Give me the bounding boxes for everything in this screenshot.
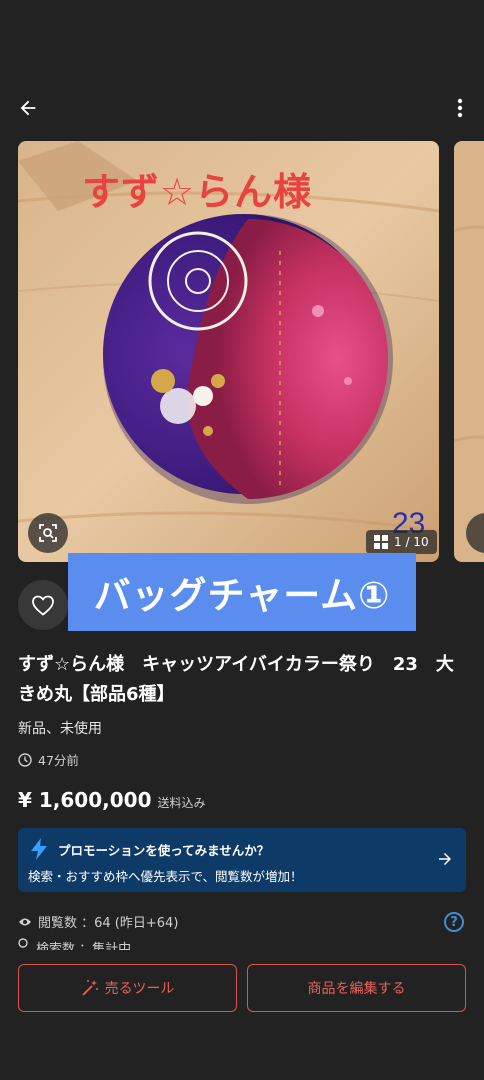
shipping-note: 送料込み: [157, 796, 206, 810]
item-title: すず☆らん様 キャッツアイバイカラー祭り 23 大きめ丸【部品6種】: [18, 654, 454, 705]
photo-counter: 1 / 10: [366, 530, 437, 554]
sell-tools-button[interactable]: 売るツール: [18, 964, 237, 1012]
photo-caption-text: すず☆らん様: [82, 170, 313, 214]
photo-counter-text: 1 / 10: [394, 535, 429, 549]
sell-tools-label: 売るツール: [104, 981, 175, 997]
arrow-right-icon: [439, 853, 451, 865]
help-icon[interactable]: ?: [444, 912, 464, 932]
promotion-banner[interactable]: プロモーションを使ってみませんか？ 検索・おすすめ枠へ優先表示で、閲覧数が増加！: [18, 828, 466, 892]
next-photo-preview[interactable]: [454, 141, 484, 562]
item-time-ago: 47分前: [18, 750, 79, 769]
time-ago-text: 47分前: [38, 753, 79, 768]
promotion-text: 検索・おすすめ枠へ優先表示で、閲覧数が増加！: [28, 869, 303, 884]
edit-item-label: 商品を編集する: [307, 981, 406, 997]
search-icon: [18, 938, 28, 948]
image-search-icon: [39, 524, 57, 542]
eye-icon: [19, 918, 31, 925]
search-count-text: 検索数 ：集計中: [36, 942, 132, 950]
heart-icon: [32, 595, 54, 616]
search-stat: 検索数 ：集計中: [18, 938, 131, 950]
overlay-banner: バッグチャーム①: [68, 553, 416, 631]
arrow-left-icon: [20, 100, 36, 116]
edit-item-button[interactable]: 商品を編集する: [247, 964, 466, 1012]
next-photo-image: [454, 141, 484, 562]
more-options-button[interactable]: [450, 92, 470, 124]
back-button[interactable]: [12, 92, 44, 124]
top-app-bar: [0, 0, 484, 140]
lightning-icon: [31, 838, 47, 860]
item-condition: 新品、未使用: [18, 721, 102, 737]
views-text: 閲覧数 ：64 (昨日+64): [38, 916, 179, 931]
promotion-title: プロモーションを使ってみませんか？: [58, 843, 270, 858]
magic-wand-icon: [81, 980, 98, 996]
kebab-menu-icon: [457, 98, 463, 118]
item-price: ¥ 1,600,000 送料込み: [18, 788, 206, 812]
like-button[interactable]: [18, 580, 68, 630]
grid-icon: [374, 535, 388, 549]
bottom-action-bar: 売るツール 商品を編集する: [0, 950, 484, 1080]
photo-gallery[interactable]: すず☆らん様 23 1 / 10: [18, 141, 484, 562]
product-photo[interactable]: すず☆らん様 23 1 / 10: [18, 141, 439, 562]
clock-icon: [18, 752, 32, 767]
price-amount: ¥ 1,600,000: [18, 788, 152, 812]
image-search-button[interactable]: [28, 513, 68, 553]
views-stat: 閲覧数 ：64 (昨日+64): [18, 912, 178, 931]
